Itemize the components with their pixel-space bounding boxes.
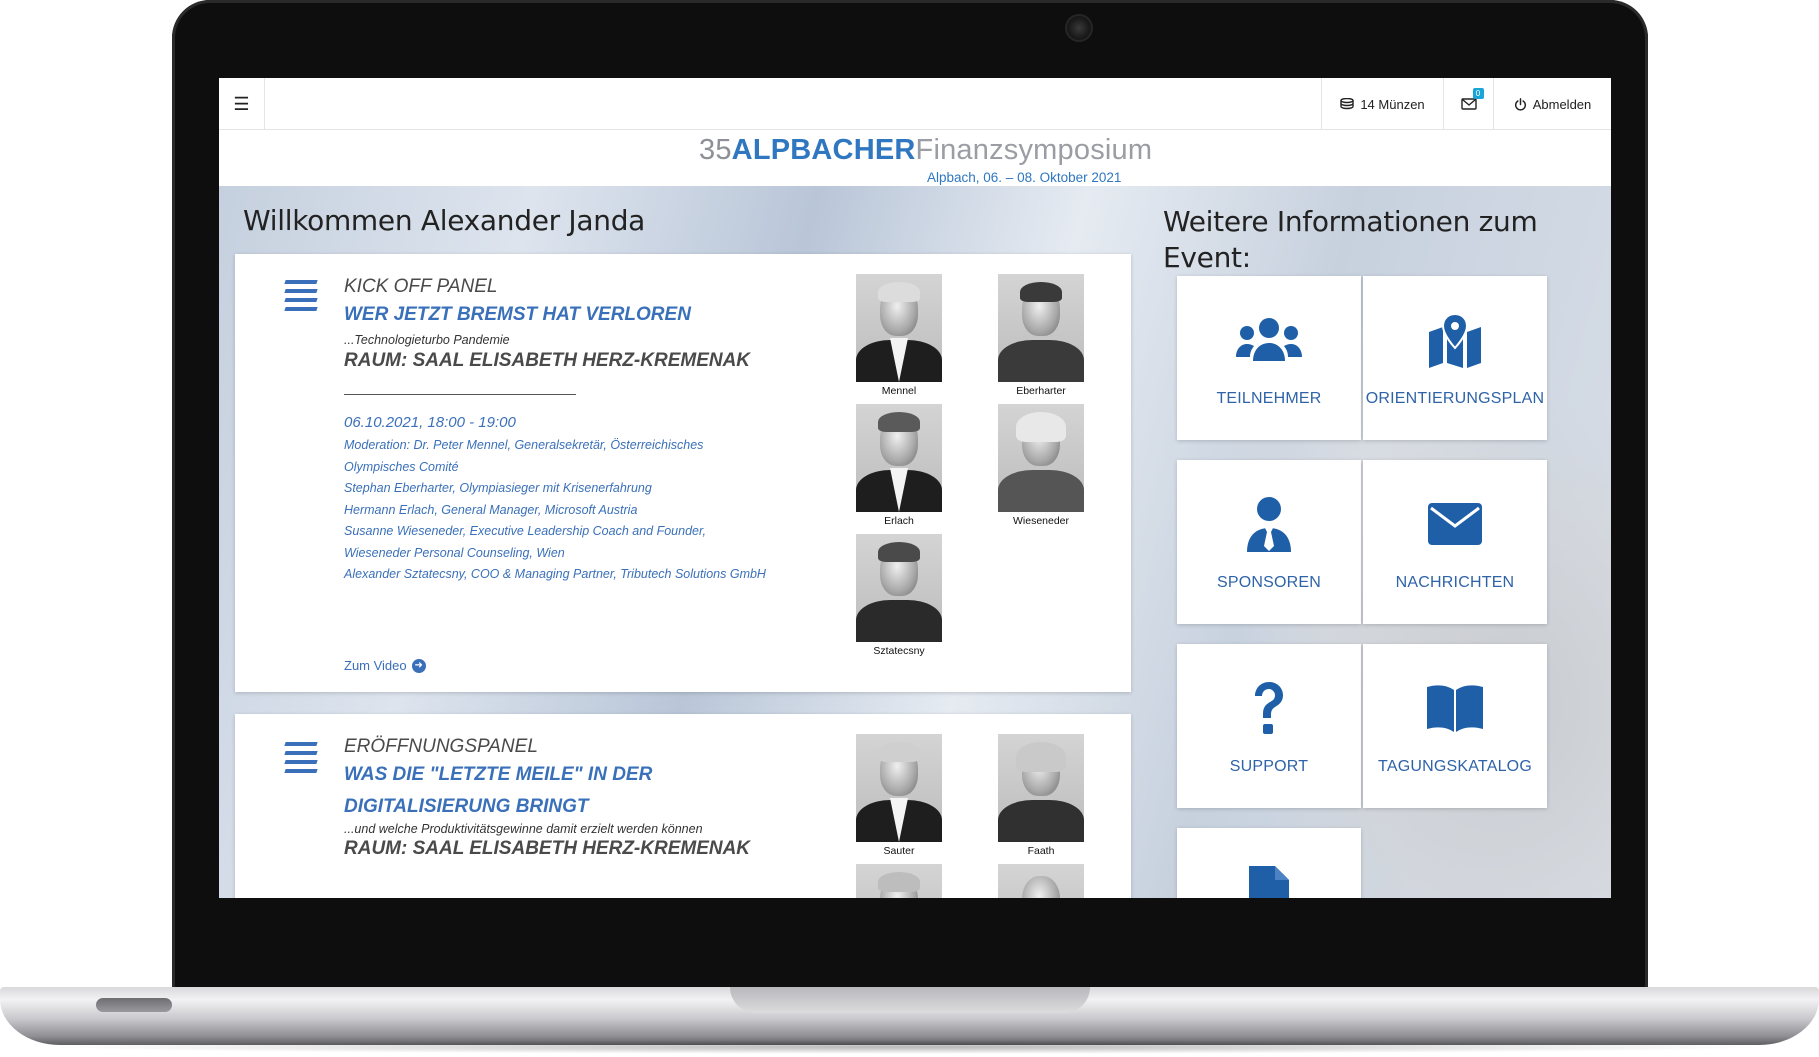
laptop-base-slot [96, 998, 172, 1012]
top-navbar: ☰ 14 Münzen 0 Abmelden [219, 78, 1611, 130]
tile-label: TAGUNGSKATALOG [1378, 758, 1532, 775]
session-time: 06.10.2021, 18:00 - 19:00 [344, 414, 516, 431]
tile-label: TEILNEHMER [1216, 390, 1322, 407]
tile-nachrichten[interactable]: NACHRICHTEN [1363, 460, 1547, 624]
moderation-line: Wieseneder Personal Counseling, Wien [344, 545, 565, 560]
moderation-line: Susanne Wieseneder, Executive Leadership… [344, 524, 706, 538]
session-card: KICK OFF PANEL WER JETZT BREMST HAT VERL… [235, 254, 1131, 692]
session-room: RAUM: SAAL ELISABETH HERZ-KREMENAK [344, 350, 751, 371]
speaker-photo [856, 274, 942, 382]
speaker[interactable]: Sauter [855, 734, 943, 857]
speaker-name: Erlach [884, 515, 914, 527]
logout-label: Abmelden [1532, 96, 1592, 112]
book-icon [1425, 680, 1485, 736]
session-subtitle: ...Technologieturbo Pandemie [344, 333, 510, 347]
welcome-heading: Willkommen Alexander Janda [243, 204, 646, 237]
logo-suffix: Finanzsymposium [915, 134, 1153, 166]
document-icon [1247, 864, 1291, 898]
speaker[interactable]: Erlach [855, 404, 943, 527]
laptop-shadow [40, 1040, 1780, 1054]
moderation-line: Hermann Erlach, General Manager, Microso… [344, 502, 638, 517]
arrow-right-circle-icon: ➜ [411, 658, 426, 673]
video-link[interactable]: Zum Video ➜ [344, 658, 426, 673]
tile-label: SPONSOREN [1216, 574, 1322, 591]
logout-button[interactable]: Abmelden [1493, 78, 1611, 130]
moderation-line: Alexander Sztatecsny, COO & Managing Par… [344, 567, 766, 581]
tile-document[interactable] [1177, 828, 1361, 898]
map-marker-icon [1427, 312, 1483, 368]
coins-icon [1340, 98, 1355, 110]
question-icon [1251, 680, 1287, 736]
logo-number: 35 [699, 134, 732, 166]
speaker-name: Sauter [883, 845, 915, 857]
speaker-photo [998, 274, 1084, 382]
laptop-frame: ☰ 14 Münzen 0 Abmelden 35ALPBACHERFinanz… [0, 0, 1819, 1057]
speaker-photo [856, 864, 942, 898]
event-logo: 35ALPBACHERFinanzsymposium Alpbach, 06. … [219, 130, 1611, 186]
session-card: ERÖFFNUNGSPANEL WAS DIE "LETZTE MEILE" I… [235, 714, 1131, 898]
tile-sponsoren[interactable]: SPONSOREN [1177, 460, 1361, 624]
speaker-photo [998, 404, 1084, 512]
speaker-name: Eberharter [1016, 385, 1066, 397]
logo-brand: ALPBACHER [731, 134, 916, 166]
coins-button[interactable]: 14 Münzen [1321, 78, 1443, 130]
session-title: WAS DIE "LETZTE MEILE" IN DER DIGITALISI… [344, 764, 653, 817]
tile-label: NACHRICHTEN [1395, 574, 1515, 591]
speaker[interactable] [997, 864, 1085, 898]
speaker[interactable]: Sztatecsny [855, 534, 943, 657]
session-divider [344, 394, 576, 395]
tile-orientierungsplan[interactable]: ORIENTIERUNGSPLAN [1363, 276, 1547, 440]
speaker-name: Mennel [881, 385, 917, 397]
session-moderation: Moderation: Dr. Peter Mennel, Generalsek… [344, 435, 784, 586]
speaker[interactable]: Wieseneder [997, 404, 1085, 527]
tile-tagungskatalog[interactable]: TAGUNGSKATALOG [1363, 644, 1547, 808]
tile-label: SUPPORT [1229, 758, 1309, 775]
messages-button[interactable]: 0 [1443, 78, 1493, 130]
speaker-name: Faath [1027, 845, 1055, 857]
speaker-photo [856, 534, 942, 642]
hamburger-icon: ☰ [233, 93, 250, 114]
session-subtitle: ...und welche Produktivitätsgewinne dami… [344, 822, 703, 836]
video-link-label: Zum Video [344, 658, 407, 673]
speaker-name: Sztatecsny [873, 645, 925, 657]
tile-label: ORIENTIERUNGSPLAN [1365, 390, 1545, 407]
speaker[interactable]: Eberharter [997, 274, 1085, 397]
users-icon [1236, 312, 1302, 368]
session-title: WER JETZT BREMST HAT VERLOREN [344, 304, 691, 325]
envelope-icon [1427, 496, 1483, 552]
screen: ☰ 14 Münzen 0 Abmelden 35ALPBACHERFinanz… [219, 78, 1611, 898]
speaker-photo [998, 864, 1084, 898]
unread-badge: 0 [1472, 88, 1484, 99]
speaker-photo [856, 404, 942, 512]
speaker[interactable] [855, 864, 943, 898]
hamburger-menu-button[interactable]: ☰ [219, 78, 265, 130]
speaker[interactable]: Mennel [855, 274, 943, 397]
speaker-name: Wieseneder [1012, 515, 1070, 527]
logo-dateline: Alpbach, 06. – 08. Oktober 2021 [927, 170, 1122, 185]
envelope-outline-icon [1460, 98, 1477, 110]
moderation-line: Stephan Eberharter, Olympiasieger mit Kr… [344, 481, 652, 495]
coins-label: 14 Münzen [1360, 96, 1425, 112]
tile-teilnehmer[interactable]: TEILNEHMER [1177, 276, 1361, 440]
power-icon [1514, 97, 1526, 111]
speaker-photo [998, 734, 1084, 842]
tile-support[interactable]: SUPPORT [1177, 644, 1361, 808]
session-category: KICK OFF PANEL [344, 276, 498, 297]
laptop-base-notch [730, 987, 1090, 1013]
webcam [1065, 14, 1093, 42]
main-content: Willkommen Alexander Janda Weitere Infor… [219, 186, 1611, 898]
speaker-photo [856, 734, 942, 842]
moderation-line: Olympisches Comité [344, 459, 459, 474]
user-tie-icon [1245, 496, 1293, 552]
session-list-icon [284, 742, 318, 778]
info-heading: Weitere Informationen zum Event: [1163, 205, 1538, 274]
moderation-line: Moderation: Dr. Peter Mennel, Generalsek… [344, 438, 704, 452]
session-room: RAUM: SAAL ELISABETH HERZ-KREMENAK [344, 838, 751, 859]
logo-wordmark: 35ALPBACHERFinanzsymposium [699, 134, 1152, 167]
speaker[interactable]: Faath [997, 734, 1085, 857]
session-list-icon [284, 280, 318, 316]
session-category: ERÖFFNUNGSPANEL [344, 736, 538, 757]
